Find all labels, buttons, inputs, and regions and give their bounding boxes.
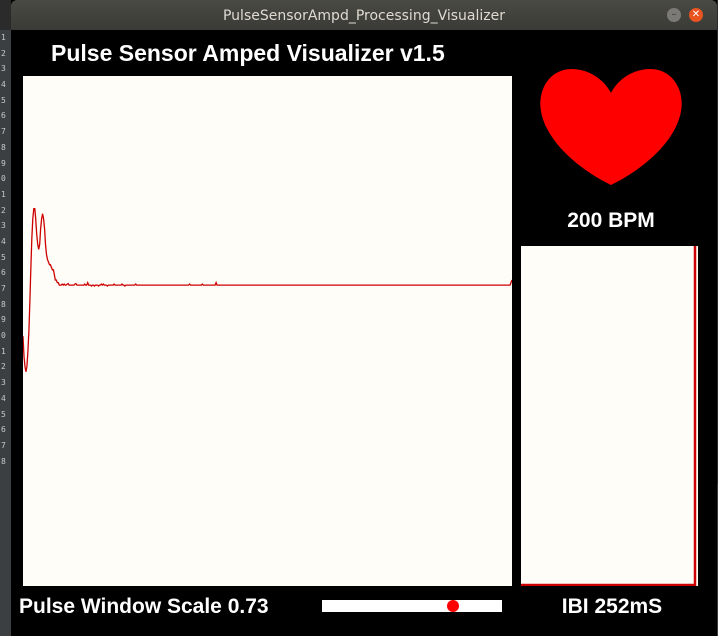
bpm-readout: 200 BPM	[567, 209, 655, 232]
editor-line-number: 5	[1, 95, 6, 105]
pulse-waveform-panel	[23, 76, 512, 586]
editor-line-number: 8	[1, 456, 6, 466]
pulse-waveform-trace	[23, 207, 512, 372]
editor-line-number: 0	[1, 331, 6, 341]
editor-line-number: 4	[1, 393, 6, 403]
editor-line-number: 2	[1, 362, 6, 372]
visualizer-window: PulseSensorAmpd_Processing_Visualizer – …	[11, 0, 717, 636]
minimize-icon[interactable]: –	[667, 8, 681, 22]
editor-line-number: 3	[1, 64, 6, 74]
pulse-window-scale-label: Pulse Window Scale 0.73	[19, 595, 269, 618]
heart-icon	[540, 68, 682, 185]
editor-line-number: 8	[1, 142, 6, 152]
editor-line-number: 7	[1, 127, 6, 137]
editor-line-number: 2	[1, 48, 6, 58]
editor-line-number: 6	[1, 425, 6, 435]
app-heading: Pulse Sensor Amped Visualizer v1.5	[51, 40, 445, 66]
pulse-waveform	[23, 207, 512, 372]
editor-line-number: 1	[1, 346, 6, 356]
close-icon[interactable]: ✕	[689, 8, 703, 22]
editor-line-number: 7	[1, 284, 6, 293]
editor-line-number: 1	[1, 189, 6, 199]
editor-line-number: 0	[1, 174, 6, 184]
editor-line-number: 9	[1, 315, 6, 325]
editor-line-number: 6	[1, 111, 6, 121]
editor-line-number: 8	[1, 299, 6, 309]
editor-line-number: 3	[1, 378, 6, 388]
title-bar[interactable]: PulseSensorAmpd_Processing_Visualizer – …	[11, 0, 717, 30]
editor-line-number: 3	[1, 221, 6, 231]
ibi-readout: IBI 252mS	[561, 595, 663, 618]
bpm-history-trace	[521, 246, 697, 586]
editor-line-number: 7	[1, 440, 6, 450]
bpm-history-graph	[521, 246, 697, 586]
editor-line-number: 4	[1, 236, 6, 246]
pulse-window-scale-slider[interactable]	[322, 600, 502, 612]
editor-line-number: 9	[1, 158, 6, 168]
sketch-canvas: Pulse Sensor Amped Visualizer v1.5 200 B…	[11, 30, 717, 636]
slider-knob[interactable]	[447, 600, 460, 612]
editor-line-number: 6	[1, 268, 6, 278]
editor-line-number: 5	[1, 409, 6, 419]
editor-line-number: 2	[1, 205, 6, 215]
editor-line-number: 4	[1, 80, 6, 90]
editor-line-number: 5	[1, 252, 6, 262]
bpm-history-panel	[521, 246, 698, 586]
editor-line-number: 1	[1, 33, 6, 42]
window-title: PulseSensorAmpd_Processing_Visualizer	[222, 8, 505, 24]
